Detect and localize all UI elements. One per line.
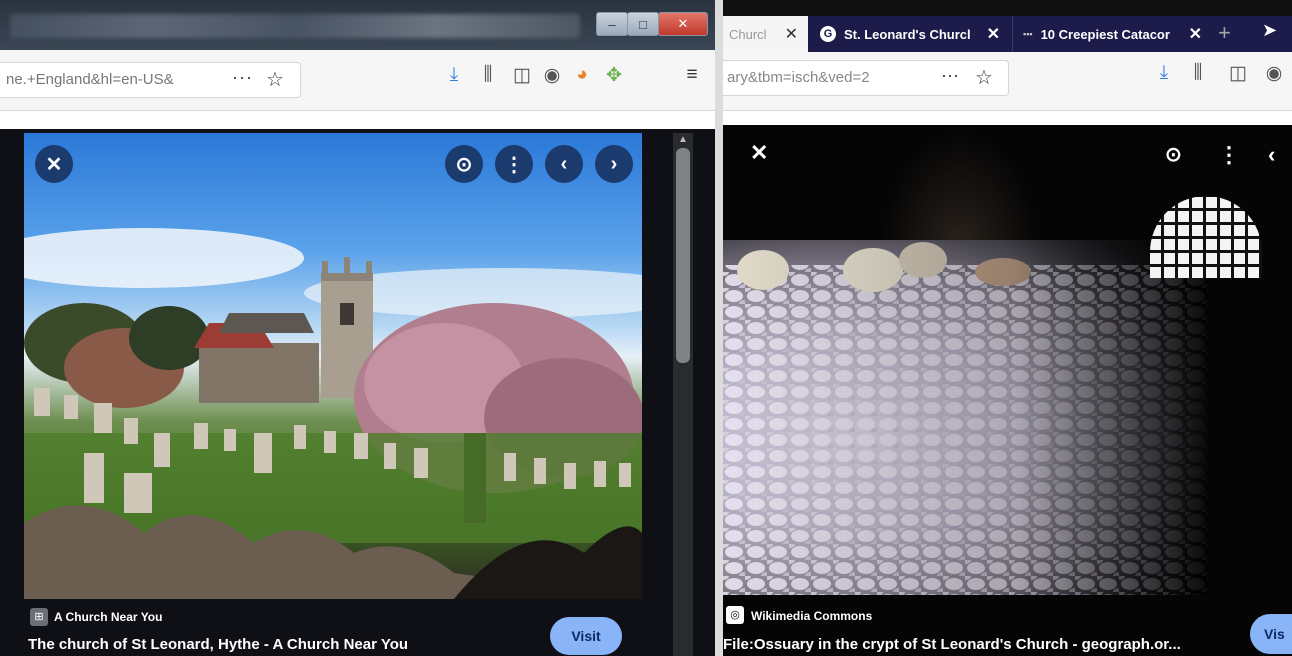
page-actions-icon[interactable]: ··· <box>232 67 253 88</box>
lens-search-button[interactable]: ⊙ <box>445 145 483 183</box>
download-icon[interactable]: ⤓ <box>442 64 466 86</box>
google-favicon-icon: G <box>820 26 836 42</box>
sidebar-icon[interactable]: ◫ <box>510 64 534 87</box>
account-icon[interactable]: ◉ <box>540 64 564 87</box>
page-actions-icon[interactable]: ··· <box>941 65 959 86</box>
right-source-name[interactable]: Wikimedia Commons <box>751 609 872 623</box>
tab-creepiest-catacombs[interactable]: ▪▪▪ 10 Creepiest Catacor ✕ <box>1012 16 1212 52</box>
left-url-text: ne.+England&hl=en-US& <box>6 71 174 88</box>
tab-close-icon[interactable]: ✕ <box>1189 24 1202 44</box>
tab-label: St. Leonard's Churcl <box>844 26 971 42</box>
extension-orange-icon[interactable]: ◕ <box>570 64 594 86</box>
church-scene <box>24 228 642 599</box>
tab-close-icon[interactable]: ✕ <box>785 24 798 44</box>
left-page-header <box>0 111 715 129</box>
mouse-cursor-icon: ➤ <box>1262 20 1278 40</box>
menu-icon[interactable]: ≡ <box>680 64 704 86</box>
right-page-header <box>723 111 1292 125</box>
left-source-name[interactable]: A Church Near You <box>54 610 162 624</box>
bookmark-star-icon[interactable]: ☆ <box>266 67 284 92</box>
left-image-title[interactable]: The church of St Leonard, Hythe - A Chur… <box>28 636 408 653</box>
download-icon[interactable]: ⤓ <box>1152 62 1176 84</box>
right-top-edge <box>723 0 1292 16</box>
tab-church[interactable]: Churcl ✕ <box>723 16 808 52</box>
next-image-button[interactable]: › <box>595 145 633 183</box>
root-shadow <box>880 130 1040 250</box>
sidebar-icon[interactable]: ◫ <box>1226 62 1250 85</box>
right-visit-button[interactable]: Vis <box>1250 614 1292 654</box>
bookmark-star-icon[interactable]: ☆ <box>975 65 993 90</box>
source-favicon-icon: ⊞ <box>30 608 48 626</box>
close-viewer-button[interactable]: ✕ <box>750 140 768 166</box>
maximize-button[interactable]: □ <box>627 12 659 36</box>
more-options-button[interactable]: ⋮ <box>1218 142 1240 168</box>
library-icon[interactable]: ⫼ <box>1186 62 1210 84</box>
tab-st-leonards-church[interactable]: G St. Leonard's Churcl ✕ <box>810 16 1010 52</box>
account-icon[interactable]: ◉ <box>1262 62 1286 85</box>
more-options-button[interactable]: ⋮ <box>495 145 533 183</box>
ossuary-photo[interactable] <box>723 240 1208 595</box>
lens-search-button[interactable]: ⊙ <box>1165 142 1182 167</box>
right-url-bar[interactable]: ary&tbm=isch&ved=2 ··· ☆ <box>723 60 1009 96</box>
site-favicon-icon: ▪▪▪ <box>1023 29 1033 39</box>
close-viewer-button[interactable]: ✕ <box>35 145 73 183</box>
window-divider <box>715 0 723 656</box>
church-photo[interactable] <box>24 133 642 599</box>
scroll-up-arrow-icon[interactable]: ▲ <box>676 134 690 146</box>
new-tab-icon[interactable]: + <box>1218 20 1231 46</box>
close-window-button[interactable]: ✕ <box>658 12 708 36</box>
tab-label: 10 Creepiest Catacor <box>1040 26 1170 42</box>
left-scrollbar-thumb[interactable] <box>676 148 690 363</box>
tab-label: Churcl <box>729 26 767 42</box>
minimize-button[interactable]: – <box>596 12 628 36</box>
right-url-text: ary&tbm=isch&ved=2 <box>727 69 870 86</box>
previous-image-button[interactable]: ‹ <box>545 145 583 183</box>
previous-image-button[interactable]: ‹ <box>1268 142 1275 168</box>
left-visit-button[interactable]: Visit <box>550 617 622 655</box>
extension-green-icon[interactable]: ✥ <box>602 64 626 87</box>
skulls-scene <box>723 240 1208 595</box>
left-blurred-tab-strip <box>10 14 580 38</box>
left-url-bar[interactable]: ne.+England&hl=en-US& ··· ☆ <box>0 62 301 98</box>
library-icon[interactable]: ⫼ <box>476 64 500 86</box>
tab-close-icon[interactable]: ✕ <box>987 24 1000 44</box>
right-image-title[interactable]: File:Ossuary in the crypt of St Leonard'… <box>723 636 1181 653</box>
wikimedia-favicon-icon: ◎ <box>726 606 744 624</box>
